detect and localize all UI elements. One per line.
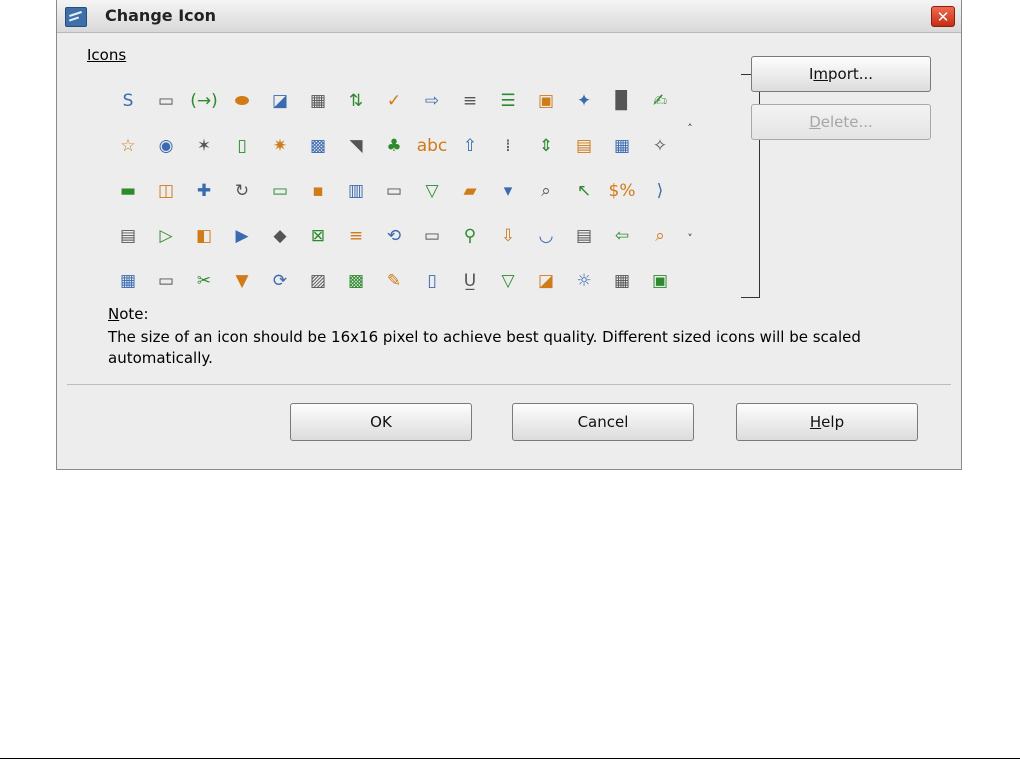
icon-option[interactable]: S [109,78,147,123]
icon-option[interactable]: ▼ [223,258,261,303]
icon-option[interactable]: ⇕ [527,123,565,168]
icon-option[interactable]: ☰ [489,78,527,123]
icon-option[interactable]: ☼ [565,258,603,303]
icon-option[interactable]: ⇨ [413,78,451,123]
icon-option[interactable]: ▣ [641,258,679,303]
icon-option[interactable]: ≡ [337,213,375,258]
icon-option[interactable]: ▦ [299,78,337,123]
icon-option[interactable]: ▉ [603,78,641,123]
icon-option[interactable]: ▶ [223,213,261,258]
icon-option[interactable]: ▬ [109,168,147,213]
icon-option[interactable]: ⟲ [375,213,413,258]
icon-option[interactable]: ▦ [109,258,147,303]
icon-option[interactable]: ⁞ [489,123,527,168]
separator [67,384,951,385]
icon-option[interactable]: ◆ [261,213,299,258]
import-button[interactable]: Import... [751,56,931,92]
icon-option[interactable]: ✷ [261,123,299,168]
icon-option[interactable]: ▪ [299,168,337,213]
delete-button[interactable]: Delete... [751,104,931,140]
icon-option[interactable]: $% [603,168,641,213]
icon-option[interactable]: ⇅ [337,78,375,123]
icon-option[interactable]: ✍ [641,78,679,123]
icon-option[interactable]: ⟩ [641,168,679,213]
icon-option[interactable]: ◫ [147,168,185,213]
icon-option[interactable]: ▨ [299,258,337,303]
icon-grid: S ▭ (→) ⬬ ◪ ▦ ⇅ ✓ ⇨ ≡ ☰ ▣ ✦ ▉ ✍ ☆ ◉ ✶ ▯ ✷ ▩ ◥ ♣ abc ⇧ ⁞ ⇕ ▤ ▦ ✧ ▬ ◫ ✚ ↻ ▭ ▪… [109,78,681,294]
icon-option[interactable]: ▽ [489,258,527,303]
icon-option[interactable]: (→) [185,78,223,123]
titlebar[interactable]: Change Icon ✕ [57,0,961,33]
icon-option[interactable]: ⬬ [223,78,261,123]
icon-option[interactable]: ▤ [109,213,147,258]
icon-option[interactable]: ▭ [413,213,451,258]
icon-option[interactable]: ▤ [565,213,603,258]
icon-option[interactable]: ▦ [603,123,641,168]
help-button[interactable]: Help [736,403,918,441]
icon-option[interactable]: ▷ [147,213,185,258]
close-button[interactable]: ✕ [931,6,955,27]
note-text: The size of an icon should be 16x16 pixe… [108,328,861,367]
icon-option[interactable]: ▭ [147,78,185,123]
change-icon-dialog: Change Icon ✕ Icons S ▭ (→) ⬬ ◪ ▦ ⇅ ✓ ⇨ ≡ ☰ ▣ ✦ ▉ ✍ ☆ ◉ ✶… [56,0,962,470]
icon-option[interactable]: ⊠ [299,213,337,258]
icon-option[interactable]: ☆ [109,123,147,168]
icon-option[interactable]: ▤ [565,123,603,168]
icon-option[interactable]: ✓ [375,78,413,123]
icon-option[interactable]: ⇩ [489,213,527,258]
icon-option[interactable]: ▭ [261,168,299,213]
icon-option[interactable]: ▯ [223,123,261,168]
icon-option[interactable]: ✶ [185,123,223,168]
icon-option[interactable]: ⚲ [451,213,489,258]
icon-option[interactable]: ⇦ [603,213,641,258]
icon-option[interactable]: ▾ [489,168,527,213]
icon-option[interactable]: ▥ [337,168,375,213]
icon-option[interactable]: ▽ [413,168,451,213]
bottom-rule [0,758,1020,759]
icon-option[interactable]: ◪ [261,78,299,123]
icon-option[interactable]: ▦ [603,258,641,303]
icon-option[interactable]: ▯ [413,258,451,303]
icon-option[interactable]: ◧ [185,213,223,258]
icon-option[interactable]: ⇧ [451,123,489,168]
icon-option[interactable]: ▭ [147,258,185,303]
scroll-up-icon[interactable]: ˄ [683,122,697,136]
icons-label: Icons [87,46,127,64]
app-icon [65,7,87,27]
icon-option[interactable]: ✧ [641,123,679,168]
icon-option[interactable]: U̲ [451,258,489,303]
icon-option[interactable]: ✎ [375,258,413,303]
scroll-down-icon[interactable]: ˅ [683,232,697,246]
icon-option[interactable]: ◥ [337,123,375,168]
cancel-button[interactable]: Cancel [512,403,694,441]
icon-option[interactable]: ⟳ [261,258,299,303]
icon-option[interactable]: ♣ [375,123,413,168]
icon-option[interactable]: ▣ [527,78,565,123]
icon-option[interactable]: ↖ [565,168,603,213]
note-label: Note: [108,305,149,323]
icon-option[interactable]: ◉ [147,123,185,168]
icon-option[interactable]: ⌕ [527,168,565,213]
icon-option[interactable]: abc [413,123,451,168]
ok-button[interactable]: OK [290,403,472,441]
icon-option[interactable]: ✚ [185,168,223,213]
icon-option[interactable]: ≡ [451,78,489,123]
icon-option[interactable]: ✦ [565,78,603,123]
icon-option[interactable]: ↻ [223,168,261,213]
icon-option[interactable]: ◪ [527,258,565,303]
icon-option[interactable]: ⌕ [641,213,679,258]
icon-option[interactable]: ✂ [185,258,223,303]
icon-option[interactable]: ▩ [337,258,375,303]
window-title: Change Icon [105,6,217,25]
icon-option[interactable]: ◡ [527,213,565,258]
icon-option[interactable]: ▩ [299,123,337,168]
icon-option[interactable]: ▰ [451,168,489,213]
icon-option[interactable]: ▭ [375,168,413,213]
